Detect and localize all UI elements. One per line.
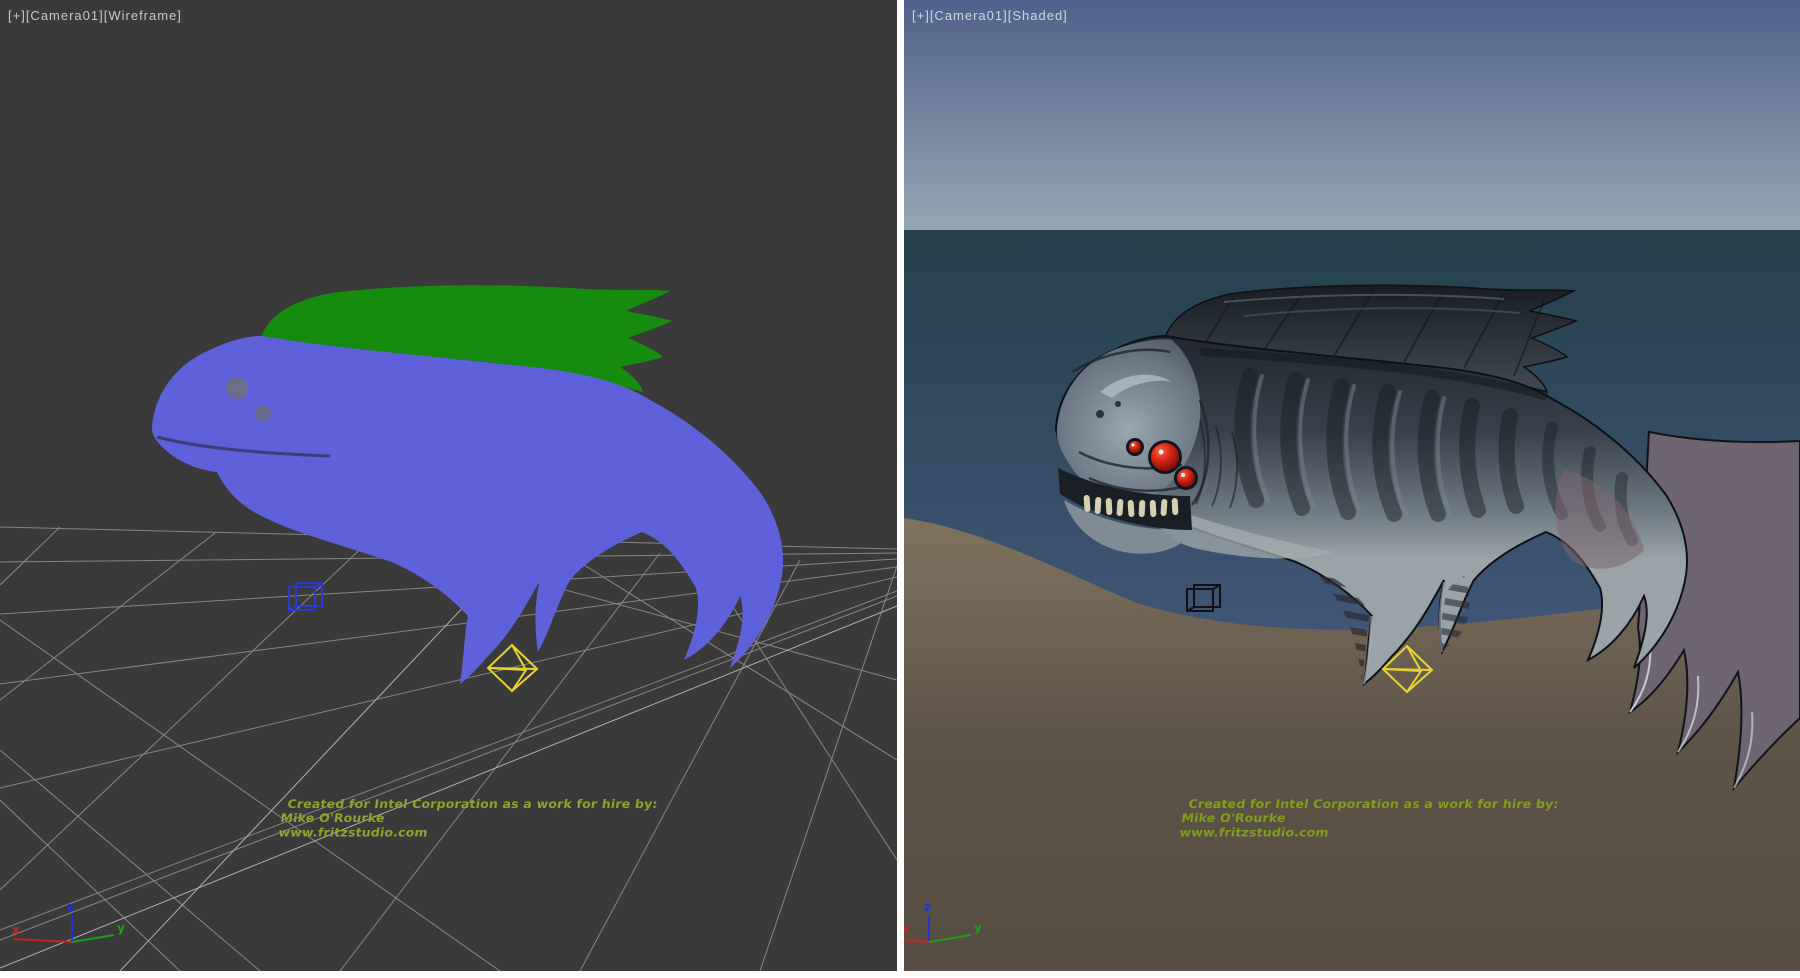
viewport-wireframe[interactable]: Created for Intel Corporation as a work …	[0, 0, 897, 971]
watermark-line3: www.fritzstudio.com	[278, 826, 429, 840]
eye-dot	[255, 405, 271, 421]
nostril	[1115, 401, 1121, 407]
axis-y-label: y	[117, 921, 125, 935]
axis-z-label: z	[924, 900, 931, 914]
viewport-label-shaded[interactable]: [+][Camera01][Shaded]	[912, 8, 1068, 23]
watermark-line2: Mike O'Rourke	[280, 812, 386, 826]
viewport-border-bottom	[0, 971, 1800, 978]
dual-viewport-stage: Created for Intel Corporation as a work …	[0, 0, 1800, 978]
eye-dot	[226, 377, 248, 399]
watermark-line1: Created for Intel Corporation as a work …	[1188, 797, 1560, 811]
nostril	[1096, 410, 1104, 418]
watermark-line1: Created for Intel Corporation as a work …	[287, 797, 659, 811]
viewport-shaded[interactable]: Created for Intel Corporation as a work …	[904, 0, 1800, 971]
axis-z-label: z	[67, 900, 74, 914]
viewport-splitter-vertical[interactable]	[897, 0, 904, 971]
viewport-label-wireframe[interactable]: [+][Camera01][Wireframe]	[8, 8, 182, 23]
watermark-line3: www.fritzstudio.com	[1179, 826, 1330, 840]
shaded-canvas: Created for Intel Corporation as a work …	[904, 0, 1800, 971]
axis-y-label: y	[974, 921, 982, 935]
sky	[904, 0, 1800, 230]
watermark-line2: Mike O'Rourke	[1181, 812, 1287, 826]
axis-x-label: x	[12, 923, 20, 937]
axis-x-label: x	[904, 922, 909, 936]
wireframe-canvas: Created for Intel Corporation as a work …	[0, 0, 897, 971]
